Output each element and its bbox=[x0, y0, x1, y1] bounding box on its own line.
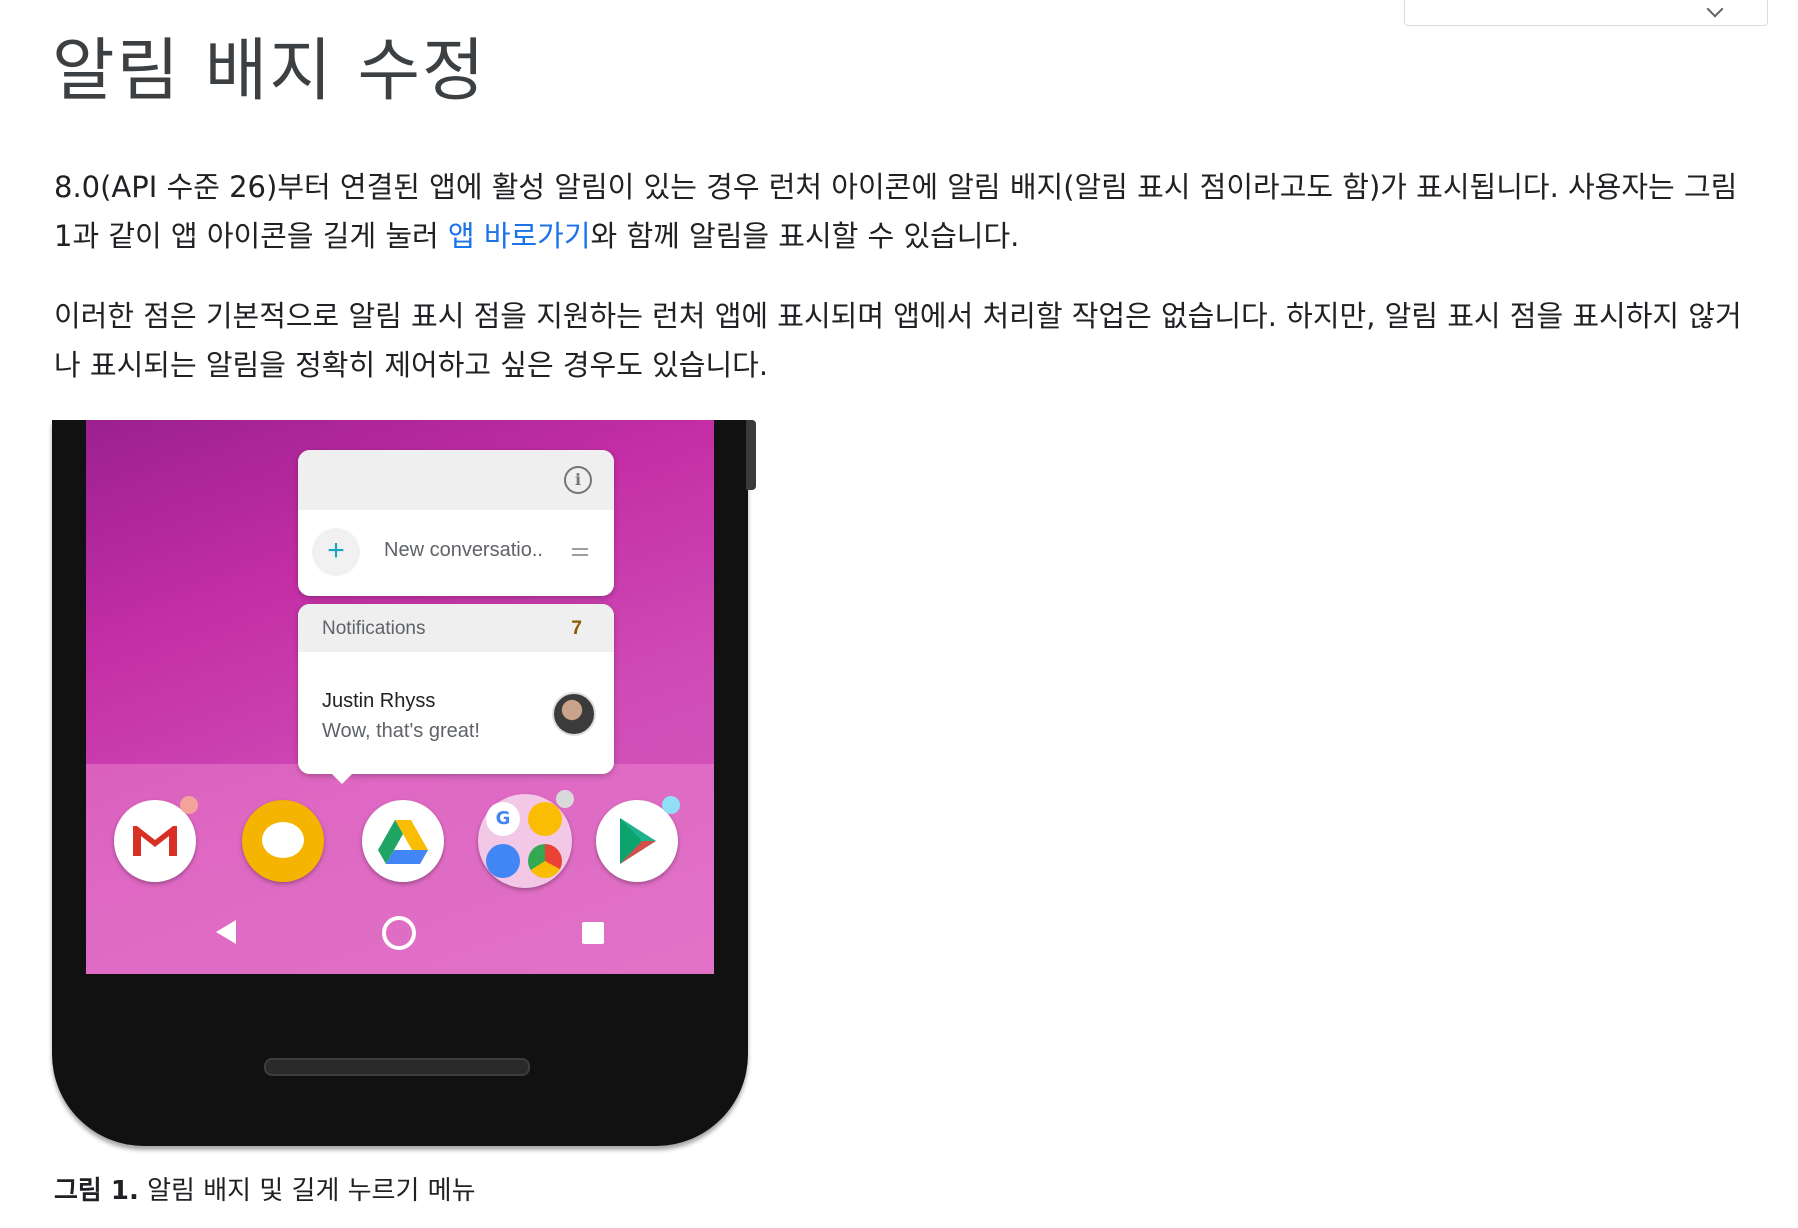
shortcut-item[interactable]: + New conversatio.. bbox=[298, 510, 614, 596]
notifications-card: Notifications 7 Justin Rhyss Wow, that's… bbox=[298, 604, 614, 784]
allo-bubble bbox=[262, 822, 304, 858]
gmail-icon[interactable] bbox=[114, 796, 198, 882]
notifications-title: Notifications bbox=[322, 618, 426, 639]
app-shortcuts-link[interactable]: 앱 바로가기 bbox=[448, 219, 591, 253]
shortcut-label: New conversatio.. bbox=[384, 539, 543, 561]
phone-speaker bbox=[264, 1058, 530, 1076]
phone-side-button bbox=[746, 420, 756, 490]
figure-image: i + New conversatio.. Notifications 7 Ju… bbox=[52, 420, 756, 1152]
phone-screen: i + New conversatio.. Notifications 7 Ju… bbox=[86, 420, 714, 974]
paragraph-intro-text-end: 와 함께 알림을 표시할 수 있습니다. bbox=[590, 219, 1020, 253]
recents-nav-icon[interactable] bbox=[582, 922, 604, 944]
home-nav-icon[interactable] bbox=[382, 916, 416, 950]
chevron-down-icon bbox=[1706, 0, 1724, 18]
notifications-header: Notifications 7 bbox=[298, 604, 614, 652]
paragraph-intro: 8.0(API 수준 26)부터 연결된 앱에 활성 알림이 있는 경우 런처 … bbox=[54, 163, 1764, 261]
back-nav-icon[interactable] bbox=[216, 920, 236, 944]
popup-pointer bbox=[332, 774, 352, 784]
google-folder-icon[interactable]: G bbox=[478, 790, 574, 888]
paragraph-details: 이러한 점은 기본적으로 알림 표시 점을 지원하는 런처 앱에 표시되며 앱에… bbox=[54, 299, 1742, 382]
page-title: 알림 배지 수정 bbox=[52, 32, 487, 111]
shortcuts-card: i + New conversatio.. bbox=[298, 450, 614, 596]
shortcuts-card-header: i bbox=[298, 450, 614, 510]
figure-caption-text: 알림 배지 및 길게 누르기 메뉴 bbox=[138, 1176, 476, 1206]
notification-badge bbox=[180, 796, 198, 814]
notification-badge bbox=[556, 790, 574, 808]
notification-sender: Justin Rhyss bbox=[322, 690, 436, 712]
google-icon: G bbox=[486, 802, 520, 836]
version-select[interactable] bbox=[1404, 0, 1768, 26]
drive-icon[interactable] bbox=[362, 800, 444, 882]
messages-icon bbox=[486, 844, 520, 878]
keep-icon bbox=[528, 802, 562, 836]
notifications-count: 7 bbox=[571, 618, 582, 639]
notification-badge bbox=[662, 796, 680, 814]
phone-frame: i + New conversatio.. Notifications 7 Ju… bbox=[52, 420, 756, 1146]
avatar bbox=[552, 692, 596, 736]
plus-icon: + bbox=[312, 528, 360, 576]
notifications-card-body: Notifications 7 Justin Rhyss Wow, that's… bbox=[298, 604, 614, 774]
chrome-icon bbox=[528, 844, 562, 878]
notification-message: Wow, that's great! bbox=[322, 720, 480, 742]
drag-handle-icon[interactable] bbox=[572, 548, 588, 556]
play-store-icon[interactable] bbox=[596, 796, 680, 882]
info-icon[interactable]: i bbox=[564, 466, 592, 494]
gmail-logo bbox=[130, 822, 180, 858]
allo-icon[interactable] bbox=[242, 800, 324, 882]
figure-caption-label: 그림 1. bbox=[54, 1176, 139, 1206]
figure-caption: 그림 1. 알림 배지 및 길게 누르기 메뉴 bbox=[54, 1170, 476, 1207]
